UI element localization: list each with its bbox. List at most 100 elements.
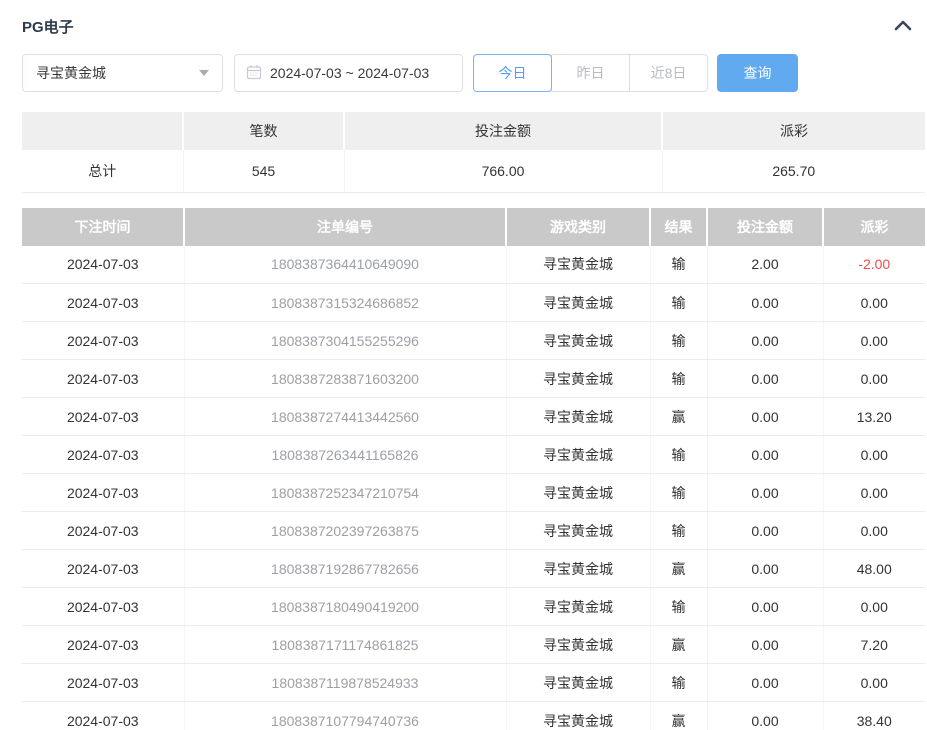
cell-result: 赢 [650,550,707,588]
chevron-down-icon [199,70,209,76]
cell-result: 输 [650,664,707,702]
table-row: 2024-07-03 1808387263441165826 寻宝黄金城 输 0… [22,436,925,474]
table-row: 2024-07-03 1808387364410649090 寻宝黄金城 输 2… [22,246,925,284]
cell-bet-amount: 0.00 [707,436,823,474]
game-select-value: 寻宝黄金城 [36,63,106,83]
table-row: 2024-07-03 1808387304155255296 寻宝黄金城 输 0… [22,322,925,360]
collapse-button[interactable] [894,19,912,34]
date-range-input[interactable]: 2024-07-03 ~ 2024-07-03 [234,54,463,92]
cell-result: 输 [650,284,707,322]
col-bet-time: 下注时间 [22,208,184,246]
cell-bet-amount: 0.00 [707,702,823,730]
cell-bet-amount: 0.00 [707,512,823,550]
records-table: 下注时间 注单编号 游戏类别 结果 投注金额 派彩 2024-07-03 180… [22,208,925,730]
cell-bet-time: 2024-07-03 [22,664,184,702]
cell-bet-time: 2024-07-03 [22,436,184,474]
summary-total-label: 总计 [22,150,183,192]
col-bet-id: 注单编号 [184,208,506,246]
table-row: 2024-07-03 1808387274413442560 寻宝黄金城 赢 0… [22,398,925,436]
cell-game-type: 寻宝黄金城 [506,664,650,702]
cell-payout: 0.00 [823,664,925,702]
cell-result: 输 [650,360,707,398]
cell-result: 输 [650,588,707,626]
cell-payout: 0.00 [823,360,925,398]
cell-game-type: 寻宝黄金城 [506,360,650,398]
summary-total-payout: 265.70 [662,150,925,192]
col-payout: 派彩 [823,208,925,246]
page-title: PG电子 [22,16,74,37]
cell-bet-amount: 0.00 [707,550,823,588]
col-game-type: 游戏类别 [506,208,650,246]
summary-col-count: 笔数 [183,112,344,150]
cell-bet-id: 1808387304155255296 [184,322,506,360]
date-range-value: 2024-07-03 ~ 2024-07-03 [270,65,429,81]
cell-bet-id: 1808387283871603200 [184,360,506,398]
cell-bet-amount: 0.00 [707,626,823,664]
cell-game-type: 寻宝黄金城 [506,512,650,550]
cell-result: 输 [650,246,707,284]
yesterday-button[interactable]: 昨日 [551,54,630,92]
cell-payout: 0.00 [823,588,925,626]
table-row: 2024-07-03 1808387252347210754 寻宝黄金城 输 0… [22,474,925,512]
cell-game-type: 寻宝黄金城 [506,550,650,588]
query-button[interactable]: 查询 [717,54,798,92]
cell-game-type: 寻宝黄金城 [506,322,650,360]
summary-total-bet-amount: 766.00 [344,150,662,192]
last-8-days-button[interactable]: 近8日 [629,54,708,92]
game-select[interactable]: 寻宝黄金城 [22,54,223,92]
cell-bet-time: 2024-07-03 [22,512,184,550]
cell-result: 输 [650,436,707,474]
cell-result: 赢 [650,398,707,436]
cell-game-type: 寻宝黄金城 [506,626,650,664]
col-result: 结果 [650,208,707,246]
cell-result: 输 [650,322,707,360]
cell-result: 赢 [650,626,707,664]
cell-payout: 38.40 [823,702,925,730]
table-row: 2024-07-03 1808387202397263875 寻宝黄金城 输 0… [22,512,925,550]
cell-bet-time: 2024-07-03 [22,360,184,398]
cell-bet-time: 2024-07-03 [22,626,184,664]
cell-bet-time: 2024-07-03 [22,550,184,588]
filter-bar: 寻宝黄金城 2024-07-03 ~ 2024-07-03 [22,54,925,92]
cell-payout: 0.00 [823,474,925,512]
cell-game-type: 寻宝黄金城 [506,436,650,474]
cell-result: 输 [650,474,707,512]
cell-bet-id: 1808387107794740736 [184,702,506,730]
cell-payout: 7.20 [823,626,925,664]
cell-payout: 0.00 [823,436,925,474]
cell-bet-time: 2024-07-03 [22,474,184,512]
cell-bet-amount: 0.00 [707,474,823,512]
today-button[interactable]: 今日 [473,54,552,92]
cell-bet-amount: 0.00 [707,284,823,322]
cell-bet-amount: 0.00 [707,398,823,436]
cell-payout: 0.00 [823,322,925,360]
cell-game-type: 寻宝黄金城 [506,474,650,512]
cell-bet-time: 2024-07-03 [22,702,184,730]
cell-bet-time: 2024-07-03 [22,322,184,360]
records-header-row: 下注时间 注单编号 游戏类别 结果 投注金额 派彩 [22,208,925,246]
cell-game-type: 寻宝黄金城 [506,702,650,730]
calendar-icon [246,64,270,83]
cell-bet-id: 1808387202397263875 [184,512,506,550]
summary-col-bet-amount: 投注金额 [344,112,662,150]
records-table-body: 2024-07-03 1808387364410649090 寻宝黄金城 输 2… [22,246,925,730]
cell-payout: 13.20 [823,398,925,436]
col-bet-amount: 投注金额 [707,208,823,246]
table-row: 2024-07-03 1808387192867782656 寻宝黄金城 赢 0… [22,550,925,588]
cell-game-type: 寻宝黄金城 [506,246,650,284]
table-row: 2024-07-03 1808387107794740736 寻宝黄金城 赢 0… [22,702,925,730]
table-row: 2024-07-03 1808387283871603200 寻宝黄金城 输 0… [22,360,925,398]
cell-bet-amount: 0.00 [707,322,823,360]
cell-result: 输 [650,512,707,550]
cell-bet-time: 2024-07-03 [22,588,184,626]
cell-payout: 0.00 [823,284,925,322]
cell-bet-amount: 0.00 [707,588,823,626]
cell-bet-id: 1808387119878524933 [184,664,506,702]
cell-bet-id: 1808387171174861825 [184,626,506,664]
cell-payout: 48.00 [823,550,925,588]
summary-header-row: 笔数 投注金额 派彩 [22,112,925,150]
cell-bet-amount: 0.00 [707,664,823,702]
panel-header: PG电子 [22,14,925,38]
cell-bet-id: 1808387274413442560 [184,398,506,436]
cell-bet-id: 1808387252347210754 [184,474,506,512]
